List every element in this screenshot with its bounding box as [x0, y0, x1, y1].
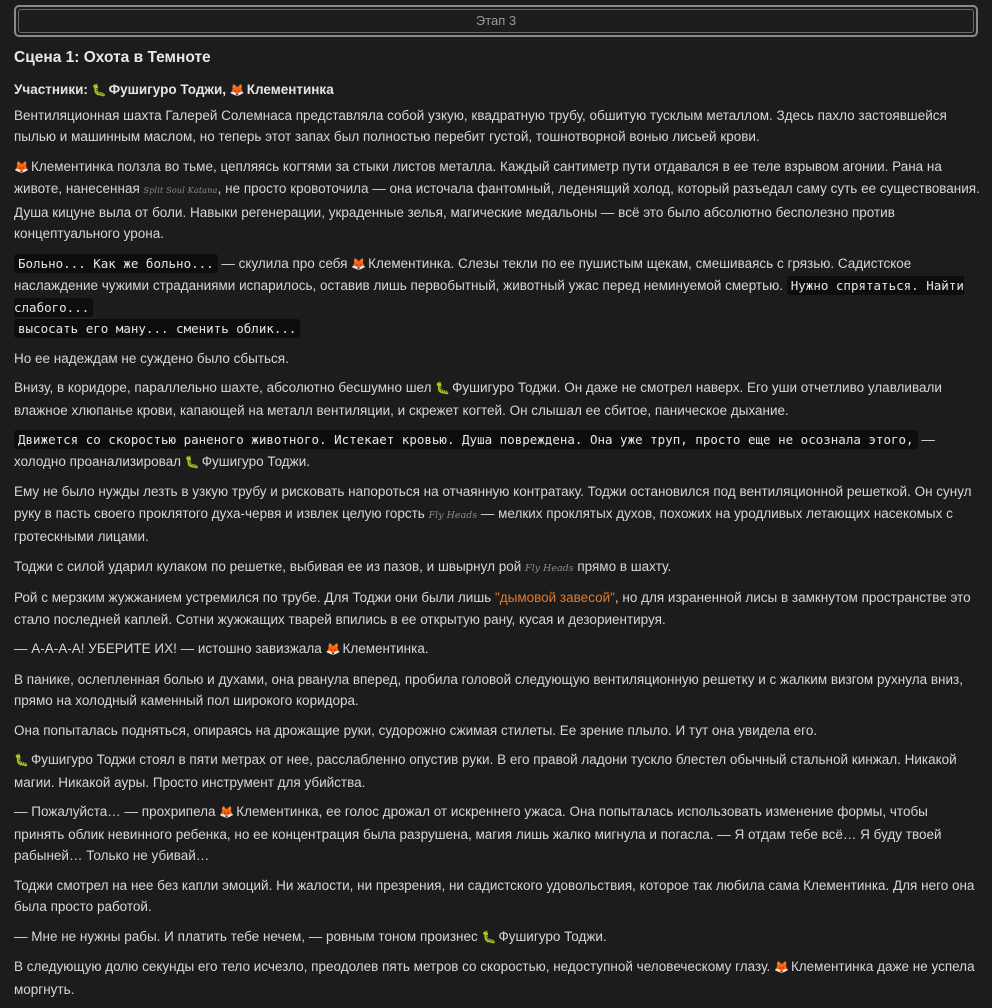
name-clementine: Клементинка	[30, 158, 114, 174]
paragraph: — Мне не нужны рабы. И платить тебе нече…	[14, 926, 980, 949]
participants-label: Участники:	[14, 82, 88, 97]
paragraph: Тоджи смотрел на нее без капли эмоций. Н…	[14, 877, 975, 915]
paragraph: Больно... Как же больно... — скулила про…	[14, 253, 980, 340]
name-toji: Фушигуро Тоджи	[30, 752, 136, 767]
name-clementine: Клементинка	[368, 255, 451, 271]
paragraph: В панике, ослепленная болью и духами, он…	[14, 671, 963, 709]
fox-icon: 🦊	[229, 83, 245, 97]
weapon-name: Split Soul Katana	[143, 186, 218, 195]
text-span: стоял в пяти метрах от нее, расслабленно…	[14, 752, 957, 790]
text-span: — Мне не нужны рабы. И платить тебе нече…	[14, 928, 482, 944]
paragraph: Рой с мерзким жужжанием устремился по тр…	[14, 587, 980, 630]
paragraph: 🐛 Фушигуро Тоджи стоял в пяти метрах от н…	[14, 749, 980, 793]
text-span: В следующую долю секунды его тело исчезл…	[14, 959, 774, 974]
text-span: Рой с мерзким жужжанием устремился по тр…	[14, 590, 495, 605]
fox-icon: 🦊	[325, 642, 341, 656]
participants-line: Участники: 🐛 Фушигуро Тоджи, 🦊 Клементинка	[14, 79, 980, 102]
participant-toji: Фушигуро Тоджи,	[108, 82, 227, 97]
paragraph: Движется со скоростью раненого животного…	[14, 429, 980, 473]
name-toji: Фушигуро Тоджи	[201, 453, 307, 469]
name-toji: Фушигуро Тоджи	[498, 928, 603, 944]
story-content: Сцена 1: Охота в Темноте Участники: 🐛 Фуш…	[14, 46, 980, 1008]
fox-icon: 🦊	[351, 256, 367, 271]
worm-icon: 🐛	[435, 381, 451, 395]
text-span: Внизу, в коридоре, параллельно шахте, аб…	[14, 380, 436, 395]
worm-icon: 🐛	[91, 83, 107, 97]
stage-header: Этап 3	[14, 5, 978, 37]
text-span: прямо в шахту.	[573, 558, 672, 574]
participant-clementine: Клементинка	[246, 82, 334, 97]
fox-icon: 🦊	[219, 805, 235, 819]
thought-code: Движется со скоростью раненого животного…	[14, 430, 918, 449]
text-span: .	[306, 453, 311, 469]
fox-icon: 🦊	[14, 159, 29, 174]
name-clementine: Клементинка	[342, 641, 425, 656]
paragraph: 🦊 Клементинка ползла во тьме, цепляясь ко…	[14, 156, 980, 245]
paragraph: Но ее надеждам не суждено было сбыться.	[14, 350, 289, 366]
thought-code: высосать его ману... сменить облик...	[14, 319, 301, 338]
stage-label: Этап 3	[18, 9, 974, 33]
fly-heads-name: Fly Heads	[525, 562, 574, 574]
fox-icon: 🦊	[773, 960, 789, 974]
worm-icon: 🐛	[184, 454, 200, 469]
text-span: — скулила про себя	[217, 255, 352, 271]
paragraph: Ему не было нужды лезть в узкую трубу и …	[14, 481, 980, 548]
text-span: .	[424, 641, 429, 656]
name-clementine: Клементинка	[790, 959, 874, 974]
thought-code: Больно... Как же больно...	[14, 253, 218, 273]
text-span: — А-А-А-А! УБЕРИТЕ ИХ! — истошно завизжа…	[14, 641, 326, 656]
smoke-screen-highlight: "дымовой завесой"	[494, 590, 615, 605]
worm-icon: 🐛	[481, 929, 497, 944]
scene-title: Сцена 1: Охота в Темноте	[14, 49, 211, 66]
name-clementine: Клементинка	[236, 804, 319, 819]
paragraph: В следующую долю секунды его тело исчезл…	[14, 956, 980, 1000]
paragraph: Тоджи с силой ударил кулаком по решетке,…	[14, 556, 980, 580]
text-span: .	[602, 928, 607, 944]
fly-heads-name: Fly Heads	[428, 509, 478, 521]
paragraph: — Пожалуйста… — прохрипела 🦊 Клементинка,…	[14, 801, 980, 867]
text-span: Тоджи с силой ударил кулаком по решетке,…	[14, 558, 526, 574]
worm-icon: 🐛	[14, 753, 29, 767]
paragraph: Вентиляционная шахта Галерей Солемнаса п…	[14, 107, 947, 145]
paragraph: Она попыталась подняться, опираясь на др…	[14, 722, 818, 738]
text-span: — Пожалуйста… — прохрипела	[14, 804, 220, 819]
paragraph: — А-А-А-А! УБЕРИТЕ ИХ! — истошно завизжа…	[14, 638, 980, 661]
name-toji: Фушигуро Тоджи	[452, 380, 557, 395]
paragraph: Внизу, в коридоре, параллельно шахте, аб…	[14, 377, 980, 421]
